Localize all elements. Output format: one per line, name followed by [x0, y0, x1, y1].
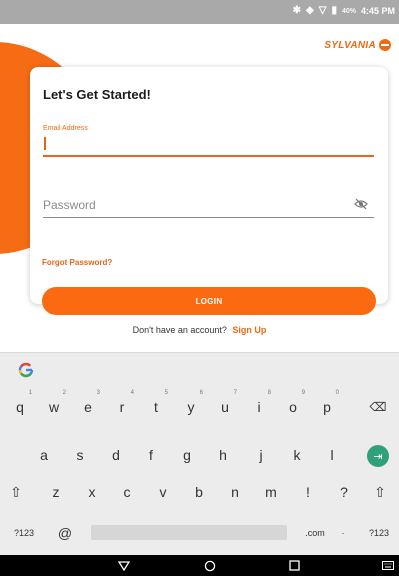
key-p[interactable]: p0: [313, 390, 341, 421]
keyboard-switch-button[interactable]: [380, 555, 396, 576]
login-card: Let's Get Started! Email Address Forgot …: [30, 67, 388, 315]
recents-square-icon: [288, 560, 300, 571]
key-z[interactable]: z: [42, 478, 70, 506]
key-d[interactable]: d: [102, 441, 130, 469]
keyboard-toolbar: [0, 353, 399, 387]
key-q[interactable]: q1: [6, 390, 34, 421]
back-triangle-icon: [118, 560, 130, 571]
key-e[interactable]: e3: [74, 390, 102, 421]
back-button[interactable]: [112, 555, 136, 576]
key-s[interactable]: s: [66, 441, 94, 469]
key-n[interactable]: n: [221, 478, 249, 506]
recents-button[interactable]: [282, 555, 306, 576]
signup-prompt: Don't have an account?: [132, 325, 227, 335]
key-v[interactable]: v: [149, 478, 177, 506]
symbols-key-left[interactable]: ?123: [6, 519, 42, 547]
key-x[interactable]: x: [78, 478, 106, 506]
key-c[interactable]: c: [113, 478, 141, 506]
soft-keyboard: q1 w2 e3 r4 t5 y6 u7 i8 o9 p0 ⌫ a s d f …: [0, 352, 399, 555]
key-at[interactable]: @: [51, 519, 79, 547]
key-y[interactable]: y6: [177, 390, 205, 421]
forgot-password-link[interactable]: Forgot Password?: [42, 258, 112, 267]
clock: 4:45 PM: [360, 6, 395, 16]
spacebar[interactable]: [91, 525, 287, 540]
keyboard-icon: [382, 561, 394, 570]
key-u[interactable]: u7: [211, 390, 239, 421]
key-t[interactable]: t5: [142, 390, 170, 421]
email-underline: [43, 155, 374, 157]
key-o[interactable]: o9: [279, 390, 307, 421]
key-a[interactable]: a: [30, 441, 58, 469]
login-button[interactable]: LOGIN: [42, 287, 376, 315]
vibrate-icon: ◈: [306, 5, 314, 16]
shift-key-left[interactable]: ⇧: [2, 478, 30, 506]
enter-key[interactable]: ⇥: [367, 445, 389, 467]
password-field[interactable]: [43, 195, 343, 215]
status-icons: ✱ ◈ ▽ ▮ 40% 4:45 PM: [293, 4, 395, 18]
status-bar: ✱ ◈ ▽ ▮ 40% 4:45 PM: [0, 0, 399, 24]
key-f[interactable]: f: [137, 441, 165, 469]
key-l[interactable]: l: [318, 441, 346, 469]
eye-slash-icon[interactable]: [354, 198, 368, 210]
navigation-bar: [0, 555, 399, 576]
text-cursor: [44, 137, 46, 150]
key-h[interactable]: h: [209, 441, 237, 469]
home-circle-icon: [204, 560, 216, 571]
bluetooth-icon: ✱: [292, 5, 302, 16]
key-i[interactable]: i8: [245, 390, 273, 421]
card-title: Let's Get Started!: [43, 87, 151, 102]
battery-percent: 40%: [341, 7, 356, 15]
key-j[interactable]: j: [247, 441, 275, 469]
battery-icon: ▮: [331, 5, 337, 16]
email-field[interactable]: [43, 135, 373, 153]
sylvania-logo-icon: [379, 39, 391, 51]
dotcom-key[interactable]: .com: [298, 519, 332, 547]
home-button[interactable]: [198, 555, 222, 576]
symbols-key-right[interactable]: ?123: [360, 519, 398, 547]
signup-link[interactable]: Sign Up: [232, 325, 266, 335]
key-dot[interactable]: ·: [336, 519, 350, 547]
key-k[interactable]: k: [283, 441, 311, 469]
key-m[interactable]: m: [257, 478, 285, 506]
key-question[interactable]: ?: [330, 478, 358, 506]
backspace-key[interactable]: ⌫: [364, 393, 392, 421]
key-exclamation[interactable]: !: [294, 478, 322, 506]
key-r[interactable]: r4: [108, 390, 136, 421]
signup-row: Don't have an account? Sign Up: [0, 325, 399, 335]
login-screen: SYLVANIA Let's Get Started! Email Addres…: [0, 24, 399, 352]
key-g[interactable]: g: [173, 441, 201, 469]
google-g-icon[interactable]: [18, 362, 34, 378]
brand-name: SYLVANIA: [324, 39, 376, 51]
backspace-icon: ⌫: [369, 400, 387, 414]
email-label: Email Address: [43, 125, 88, 132]
brand-logo: SYLVANIA: [324, 39, 391, 51]
password-underline: [43, 217, 374, 218]
key-b[interactable]: b: [185, 478, 213, 506]
enter-arrow-icon: ⇥: [373, 450, 383, 463]
shift-key-right[interactable]: ⇧: [366, 478, 394, 506]
key-w[interactable]: w2: [40, 390, 68, 421]
wifi-icon: ▽: [318, 5, 327, 16]
